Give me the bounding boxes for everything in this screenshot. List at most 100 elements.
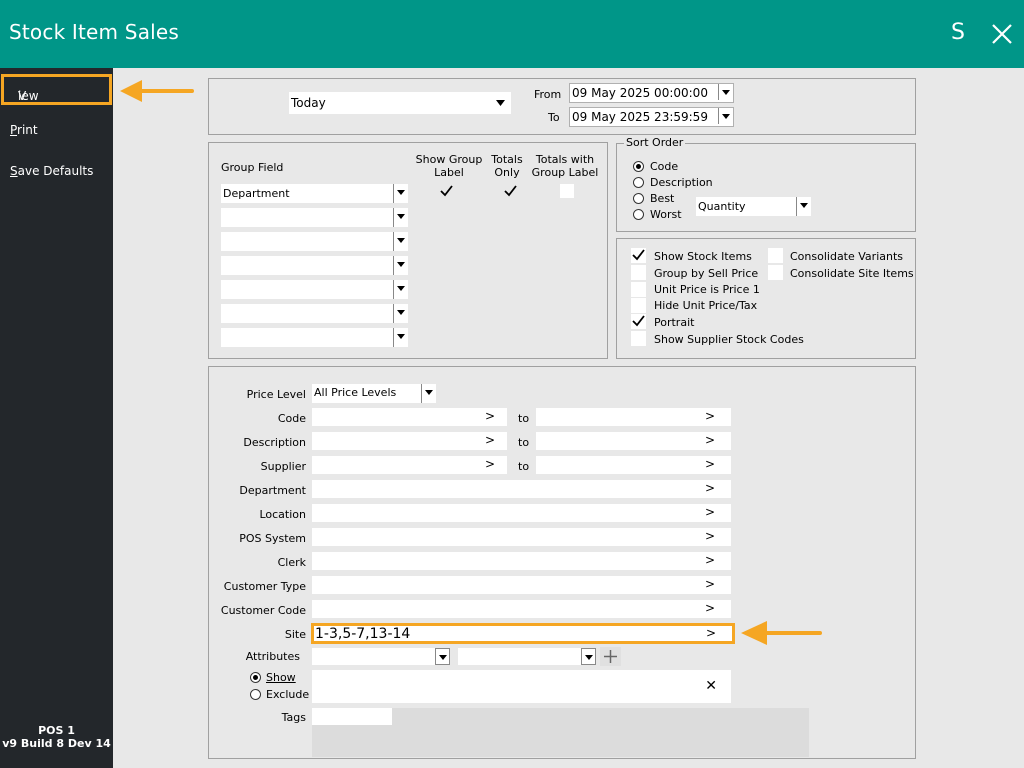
attributes-show-radio[interactable] bbox=[250, 672, 261, 683]
group-field-dropdown[interactable] bbox=[221, 280, 408, 299]
attribute-name-dropdown[interactable] bbox=[312, 648, 450, 665]
sidebar-item-save-defaults[interactable]: Save Defaults bbox=[10, 164, 93, 178]
arrow-left-icon bbox=[120, 80, 194, 102]
chevron-down-icon[interactable] bbox=[435, 648, 450, 665]
group-field-dropdown[interactable] bbox=[221, 328, 408, 347]
date-range-panel: Today From 09 May 2025 00:00:00 To 09 Ma… bbox=[208, 78, 916, 135]
unit-price-is-price1-checkbox[interactable] bbox=[631, 282, 646, 297]
sort-code-radio[interactable] bbox=[633, 161, 644, 172]
period-dropdown[interactable]: Today bbox=[289, 92, 511, 114]
pos-system-field[interactable]: > bbox=[312, 528, 731, 546]
group-field-dropdown[interactable] bbox=[221, 232, 408, 251]
clear-icon[interactable]: ✕ bbox=[705, 678, 717, 694]
description-from-field[interactable]: > bbox=[312, 432, 507, 450]
filters-panel: Price Level All Price Levels Code > to > Des… bbox=[208, 366, 916, 759]
more-icon[interactable]: > bbox=[705, 457, 715, 471]
sort-order-panel: Sort Order Code Description Best Worst Q… bbox=[616, 135, 916, 232]
attribute-value-dropdown[interactable] bbox=[458, 648, 596, 665]
chevron-down-icon bbox=[496, 100, 505, 106]
totals-only-checkbox[interactable] bbox=[503, 184, 518, 199]
show-group-label-checkbox[interactable] bbox=[439, 184, 454, 199]
group-field-dropdown[interactable] bbox=[221, 208, 408, 227]
more-icon[interactable]: > bbox=[485, 457, 495, 471]
more-icon[interactable]: > bbox=[705, 577, 715, 591]
sort-order-legend: Sort Order bbox=[624, 136, 686, 149]
group-field-dropdown[interactable]: Department bbox=[221, 184, 408, 203]
sidebar-item-view[interactable]: View bbox=[1, 74, 112, 105]
chevron-down-icon[interactable] bbox=[393, 328, 408, 347]
code-from-field[interactable]: > bbox=[312, 408, 507, 426]
sidebar: View Print Save Defaults POS 1 v9 Build … bbox=[0, 68, 113, 768]
more-icon[interactable]: > bbox=[705, 505, 715, 519]
sort-description-radio[interactable] bbox=[633, 177, 644, 188]
sort-worst-radio[interactable] bbox=[633, 209, 644, 220]
more-icon[interactable]: > bbox=[706, 626, 716, 640]
chevron-down-icon[interactable] bbox=[393, 208, 408, 227]
more-icon[interactable]: > bbox=[705, 601, 715, 615]
more-icon[interactable]: > bbox=[485, 433, 495, 447]
chevron-down-icon[interactable] bbox=[393, 280, 408, 299]
sort-best-radio[interactable] bbox=[633, 193, 644, 204]
chevron-down-icon[interactable] bbox=[718, 84, 733, 100]
s-button[interactable]: S bbox=[948, 20, 968, 45]
from-date-field[interactable]: 09 May 2025 00:00:00 bbox=[569, 83, 734, 103]
consolidate-site-items-checkbox[interactable] bbox=[768, 265, 783, 280]
sidebar-item-print[interactable]: Print bbox=[10, 123, 38, 137]
plus-icon bbox=[604, 650, 617, 663]
attributes-exclude-radio[interactable] bbox=[250, 689, 261, 700]
add-attribute-button[interactable] bbox=[600, 647, 621, 666]
totals-with-header: Totals with bbox=[535, 153, 595, 166]
department-field[interactable]: > bbox=[312, 480, 731, 498]
chevron-down-icon[interactable] bbox=[421, 384, 436, 403]
close-icon[interactable] bbox=[990, 22, 1014, 46]
price-level-dropdown[interactable]: All Price Levels bbox=[312, 384, 436, 403]
best-worst-by-dropdown[interactable]: Quantity bbox=[696, 197, 811, 216]
window-title: Stock Item Sales bbox=[9, 20, 180, 44]
group-by-sell-price-checkbox[interactable] bbox=[631, 265, 646, 280]
more-icon[interactable]: > bbox=[705, 481, 715, 495]
show-supplier-stock-codes-checkbox[interactable] bbox=[631, 331, 646, 346]
from-label: From bbox=[534, 88, 562, 101]
version-label: v9 Build 8 Dev 14 bbox=[2, 737, 111, 750]
more-icon[interactable]: > bbox=[705, 433, 715, 447]
more-icon[interactable]: > bbox=[705, 409, 715, 423]
description-to-field[interactable]: > bbox=[536, 432, 731, 450]
grouping-panel: Group Field Show Group Label Totals Only… bbox=[208, 142, 608, 359]
consolidate-variants-checkbox[interactable] bbox=[768, 248, 783, 263]
group-field-header: Group Field bbox=[221, 161, 284, 174]
chevron-down-icon[interactable] bbox=[393, 232, 408, 251]
chevron-down-icon[interactable] bbox=[393, 256, 408, 275]
code-to-field[interactable]: > bbox=[536, 408, 731, 426]
group-field-dropdown[interactable] bbox=[221, 256, 408, 275]
chevron-down-icon[interactable] bbox=[581, 648, 596, 665]
site-field[interactable]: 1-3,5-7,13-14 > bbox=[311, 623, 735, 644]
title-bar: Stock Item Sales S bbox=[0, 0, 1024, 68]
group-field-dropdown[interactable] bbox=[221, 304, 408, 323]
portrait-checkbox[interactable] bbox=[631, 314, 646, 329]
more-icon[interactable]: > bbox=[705, 553, 715, 567]
options-panel: Show Stock Items Group by Sell Price Uni… bbox=[616, 238, 916, 359]
chevron-down-icon[interactable] bbox=[393, 304, 408, 323]
more-icon[interactable]: > bbox=[705, 529, 715, 543]
tags-input[interactable] bbox=[312, 708, 392, 725]
more-icon[interactable]: > bbox=[485, 409, 495, 423]
show-stock-items-checkbox[interactable] bbox=[631, 248, 646, 263]
clerk-field[interactable]: > bbox=[312, 552, 731, 570]
supplier-to-field[interactable]: > bbox=[536, 456, 731, 474]
arrow-left-icon bbox=[741, 621, 822, 645]
to-label: To bbox=[548, 111, 560, 124]
terminal-name: POS 1 bbox=[38, 724, 75, 737]
totals-only-header: Totals bbox=[491, 153, 523, 166]
chevron-down-icon[interactable] bbox=[393, 184, 408, 203]
totals-with-group-label-checkbox[interactable] bbox=[560, 184, 574, 198]
customer-code-field[interactable]: > bbox=[312, 600, 731, 618]
attributes-list[interactable]: ✕ bbox=[312, 670, 731, 703]
customer-type-field[interactable]: > bbox=[312, 576, 731, 594]
show-group-label-header: Show Group bbox=[415, 153, 483, 166]
location-field[interactable]: > bbox=[312, 504, 731, 522]
chevron-down-icon[interactable] bbox=[796, 197, 811, 216]
supplier-from-field[interactable]: > bbox=[312, 456, 507, 474]
to-date-field[interactable]: 09 May 2025 23:59:59 bbox=[569, 107, 734, 127]
chevron-down-icon[interactable] bbox=[718, 108, 733, 124]
hide-unit-price-tax-checkbox[interactable] bbox=[631, 298, 646, 313]
